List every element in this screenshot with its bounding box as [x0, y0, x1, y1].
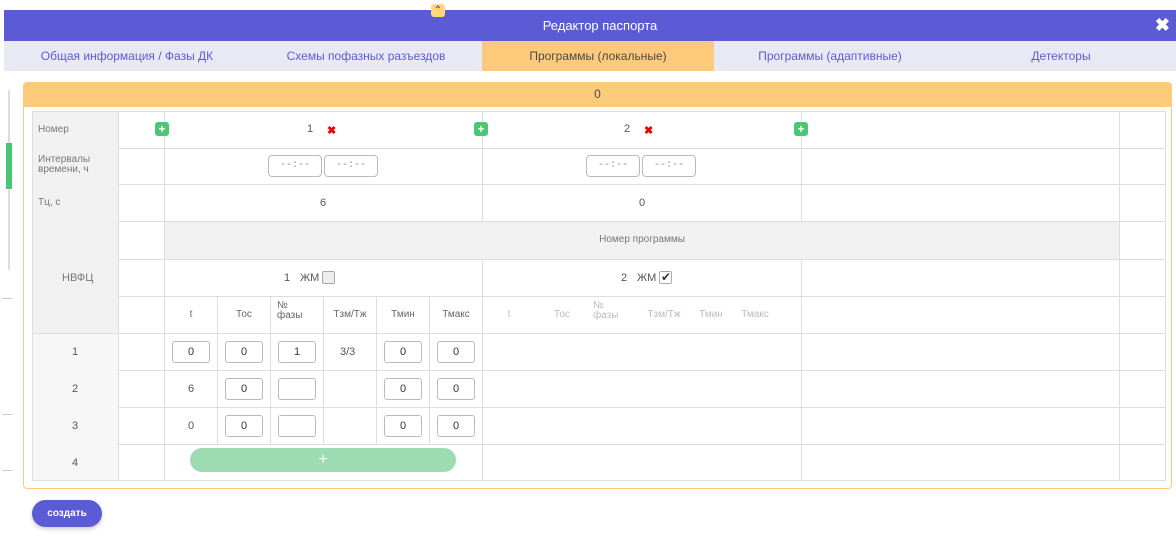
program-number: 2 [624, 123, 631, 135]
col-tmax: Тмакс [741, 309, 769, 320]
col-tmax: Тмакс [442, 309, 470, 320]
scroll-thumb[interactable] [6, 143, 12, 189]
tab-phase-schemes[interactable]: Схемы пофазных разъездов [250, 41, 482, 71]
add-phase-row-button[interactable]: + [190, 448, 456, 472]
phase-number-input[interactable]: 1 [278, 341, 316, 363]
col-tos: Тос [554, 309, 570, 320]
window-titlebar: Редактор паспорта ✖ [4, 10, 1176, 41]
time-to-input[interactable]: --:-- [642, 155, 696, 177]
tab-adaptive-programs[interactable]: Программы (адаптивные) [714, 41, 946, 71]
left-scroll-strip [0, 86, 12, 486]
tzm-value: 3/3 [340, 346, 356, 358]
cycle-time-value: 0 [639, 197, 646, 209]
phase-table [165, 334, 482, 444]
tmin-input[interactable]: 0 [384, 415, 422, 437]
phase-number-input[interactable] [278, 378, 316, 400]
program-number: 1 [307, 123, 314, 135]
program-index: 1 [284, 272, 291, 284]
time-from-input[interactable]: --:-- [586, 155, 640, 177]
t-input[interactable]: 0 [172, 341, 210, 363]
collapse-icon[interactable]: ⌃ [431, 4, 445, 17]
program-number-header: Номер программы [599, 234, 685, 245]
row-label-nvfc: НВФЦ [62, 272, 94, 284]
jm-checkbox[interactable] [322, 271, 335, 284]
jm-label: ЖМ [300, 272, 320, 284]
tab-general-info[interactable]: Общая информация / Фазы ДК [4, 41, 250, 71]
tmax-input[interactable]: 0 [437, 415, 475, 437]
add-program-button[interactable]: + [794, 122, 808, 136]
t-value: 0 [188, 420, 195, 432]
jm-checkbox-checked[interactable] [659, 270, 672, 284]
program-panel: 0 Номер Интервалы времени, ч Тц, с НВФЦ … [23, 82, 1172, 489]
jm-label: ЖМ [637, 272, 657, 284]
row-index: 3 [72, 420, 79, 432]
col-tzm: Тзм/Тж [647, 309, 681, 320]
row-label-number: Номер [38, 124, 69, 135]
col-phase-number: № фазы [277, 300, 303, 321]
t-value: 6 [188, 383, 195, 395]
phase-number-input[interactable] [278, 415, 316, 437]
add-program-button[interactable]: + [155, 122, 169, 136]
time-from-input[interactable]: --:-- [268, 155, 322, 177]
divider [2, 298, 12, 299]
col-phase-number: № фазы [593, 300, 619, 321]
delete-program-icon[interactable]: ✖ [327, 124, 336, 137]
tos-input[interactable]: 0 [225, 341, 263, 363]
window-title: Редактор паспорта [542, 18, 658, 33]
tab-detectors[interactable]: Детекторы [946, 41, 1176, 71]
tmin-input[interactable]: 0 [384, 341, 422, 363]
divider [2, 414, 12, 415]
col-tzm: Тзм/Тж [333, 309, 367, 320]
row-label-intervals: Интервалы времени, ч [38, 154, 91, 175]
program-grid: Номер Интервалы времени, ч Тц, с НВФЦ + … [32, 111, 1166, 481]
phase-header-row: t Тос № фазы Тзм/Тж Тмин Тмакс [165, 297, 482, 333]
row-index: 1 [72, 346, 79, 358]
divider [2, 470, 12, 471]
close-icon[interactable]: ✖ [1155, 15, 1170, 36]
cycle-time-value: 6 [320, 197, 327, 209]
phase-header-row: t Тос № фазы Тзм/Тж Тмин Тмакс [483, 297, 801, 333]
time-to-input[interactable]: --:-- [324, 155, 378, 177]
tos-input[interactable]: 0 [225, 415, 263, 437]
row-index: 2 [72, 383, 79, 395]
tos-input[interactable]: 0 [225, 378, 263, 400]
delete-program-icon[interactable]: ✖ [644, 124, 653, 137]
tab-local-programs[interactable]: Программы (локальные) [482, 41, 714, 71]
tmin-input[interactable]: 0 [384, 378, 422, 400]
col-t: t [189, 309, 193, 320]
tmax-input[interactable]: 0 [437, 378, 475, 400]
add-program-button[interactable]: + [474, 122, 488, 136]
create-button[interactable]: создать [32, 500, 102, 527]
row-label-tc: Тц, с [38, 197, 61, 208]
tab-bar: Общая информация / Фазы ДК Схемы пофазны… [4, 41, 1176, 71]
col-tmin: Тмин [391, 309, 415, 320]
program-index: 2 [621, 272, 628, 284]
tmax-input[interactable]: 0 [437, 341, 475, 363]
col-t: t [507, 309, 511, 320]
row-index: 4 [72, 457, 79, 469]
panel-header: 0 [24, 83, 1171, 107]
col-tos: Тос [236, 309, 252, 320]
